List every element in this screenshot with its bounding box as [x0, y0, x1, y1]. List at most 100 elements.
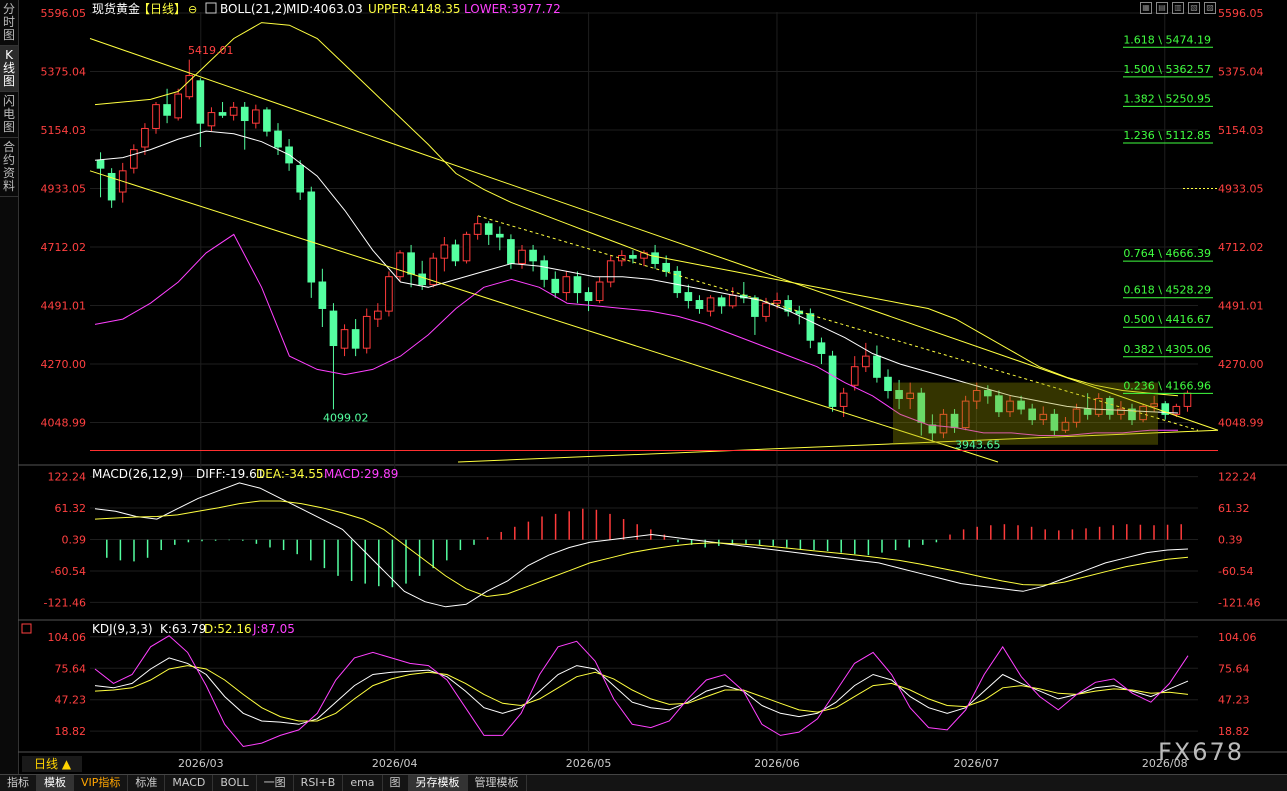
header-period: 【日线】	[138, 2, 186, 16]
sidebar-tab-1[interactable]: K线图	[0, 46, 18, 92]
bottom-tab-10[interactable]: 另存模板	[408, 775, 468, 791]
kdj-ytick-left: 104.06	[48, 631, 87, 644]
candle-body	[362, 315, 371, 349]
candle-body	[507, 239, 515, 264]
candle-body	[307, 191, 316, 283]
lock-icon: ⊖	[188, 3, 197, 16]
bottom-tab-9[interactable]: 图	[383, 775, 409, 791]
kdj-k-value: K:63.79	[160, 622, 206, 636]
x-tick-label: 2026/03	[178, 757, 224, 770]
main-ytick-left: 5375.04	[41, 66, 87, 79]
sidebar-tab-3[interactable]: 合约资料	[0, 138, 18, 197]
low2-annotation: 3943.65	[955, 438, 1001, 451]
sidebar-tab-0[interactable]: 分时图	[0, 0, 18, 46]
kdj-label: KDJ(9,3,3)	[92, 622, 153, 636]
bottom-tab-5[interactable]: BOLL	[213, 775, 257, 791]
macd-dea-line	[94, 500, 1189, 598]
candle-body	[263, 109, 271, 132]
main-ytick-left: 5154.03	[41, 124, 87, 137]
macd-ytick-left: -60.54	[51, 565, 86, 578]
kdj-j-value: J:87.05	[252, 622, 295, 636]
x-tick-label: 2026/07	[954, 757, 1000, 770]
main-ytick-left: 4712.02	[41, 241, 87, 254]
candle-body	[651, 252, 659, 264]
candle-body	[473, 223, 482, 235]
candle-body	[817, 342, 826, 354]
bottom-tab-7[interactable]: RSI+B	[294, 775, 344, 791]
bottom-tab-0[interactable]: 指标	[0, 775, 37, 791]
candle-body	[584, 292, 593, 302]
main-ytick-left: 5596.05	[41, 7, 87, 20]
kdj-ytick-left: 18.82	[55, 725, 87, 738]
boll-mid-line	[94, 130, 1179, 414]
fib-level-label: 0.500 \ 4416.67	[1123, 313, 1211, 326]
bottom-toolbar: 指标 模板 VIP指标 标准 MACD BOLL 一图 RSI+B ema 图另存模板 管理模板	[0, 774, 1287, 791]
candle-body	[141, 127, 149, 148]
bottom-tab-8[interactable]: ema	[343, 775, 383, 791]
kdj-ytick-right: 75.64	[1218, 662, 1250, 675]
candle-body	[828, 355, 837, 407]
candle-body	[229, 106, 238, 116]
main-ytick-right: 4933.05	[1218, 183, 1264, 196]
sidebar-tab-2[interactable]: 闪电图	[0, 92, 18, 138]
main-ytick-left: 4048.99	[41, 417, 87, 430]
bottom-tab-4[interactable]: MACD	[165, 775, 214, 791]
layout-icon[interactable]: ▥	[1172, 2, 1184, 14]
candle-body	[806, 313, 815, 341]
candle-body	[695, 300, 704, 309]
boll-mid-value: MID:4063.03	[286, 2, 363, 16]
candle-body	[163, 104, 171, 116]
candle-body	[440, 244, 449, 259]
candle-body	[274, 130, 282, 148]
candle-body	[1183, 392, 1192, 407]
candle-body	[218, 112, 227, 116]
kdj-ytick-right: 18.82	[1218, 725, 1250, 738]
kdj-ytick-left: 47.23	[55, 694, 87, 707]
high-annotation: 5419.01	[188, 44, 234, 57]
consolidation-box	[893, 382, 1158, 445]
bottom-tab-1[interactable]: 模板	[37, 775, 74, 791]
boll-upper-line	[94, 22, 1179, 397]
panel-icon[interactable]: ▨	[1204, 2, 1216, 14]
bottom-tab-2[interactable]: VIP指标	[74, 775, 129, 791]
candle-body	[839, 392, 848, 407]
fib-level-label: 0.618 \ 4528.29	[1123, 284, 1211, 297]
main-ytick-right: 4270.00	[1218, 358, 1264, 371]
kdj-ytick-left: 75.64	[55, 662, 87, 675]
bottom-tab-6[interactable]: 一图	[257, 775, 294, 791]
candle-body	[551, 278, 560, 294]
period-button[interactable]: 日线 ▲	[22, 756, 82, 772]
candle-body	[529, 249, 537, 262]
bottom-tab-11[interactable]: 管理模板	[468, 775, 527, 791]
main-ytick-right: 5375.04	[1218, 66, 1264, 79]
candle-body	[684, 292, 693, 302]
main-ytick-left: 4491.01	[41, 300, 87, 313]
fib-level-label: 0.236 \ 4166.96	[1123, 379, 1211, 392]
boll-upper-value: UPPER:4148.35	[368, 2, 460, 16]
x-tick-label: 2026/06	[754, 757, 800, 770]
kdj-d-value: D:52.16	[204, 622, 252, 636]
candle-body	[773, 300, 781, 304]
grid-icon[interactable]: ▦	[1140, 2, 1152, 14]
main-ytick-right: 5596.05	[1218, 7, 1264, 20]
candle-body	[385, 276, 393, 312]
fib-level-label: 1.236 \ 5112.85	[1123, 129, 1211, 142]
toolbar-icons: ▦ ▤ ▥ ▧ ▨	[1140, 2, 1216, 14]
bottom-tab-3[interactable]: 标准	[128, 775, 166, 791]
candle-body	[606, 260, 615, 283]
candle-body	[129, 149, 138, 169]
price-chart[interactable]: 5596.05 5596.05 5375.04 5375.04 5154.03 5154.…	[18, 0, 1287, 774]
candle-body	[562, 276, 571, 294]
macd-macd-value: MACD:29.89	[324, 467, 398, 481]
tile-icon[interactable]: ▤	[1156, 2, 1168, 14]
candle-body	[296, 165, 305, 193]
macd-label: MACD(26,12,9)	[92, 467, 183, 481]
macd-dea-value: DEA:-34.55	[256, 467, 324, 481]
fib-level-label: 0.382 \ 4305.06	[1123, 343, 1211, 356]
boll-lower-value: LOWER:3977.72	[464, 2, 561, 16]
candle-body	[396, 252, 404, 278]
fib-level-label: 1.500 \ 5362.57	[1123, 63, 1211, 76]
split-icon[interactable]: ▧	[1188, 2, 1200, 14]
candle-body	[762, 302, 770, 317]
candle-body	[96, 159, 105, 169]
